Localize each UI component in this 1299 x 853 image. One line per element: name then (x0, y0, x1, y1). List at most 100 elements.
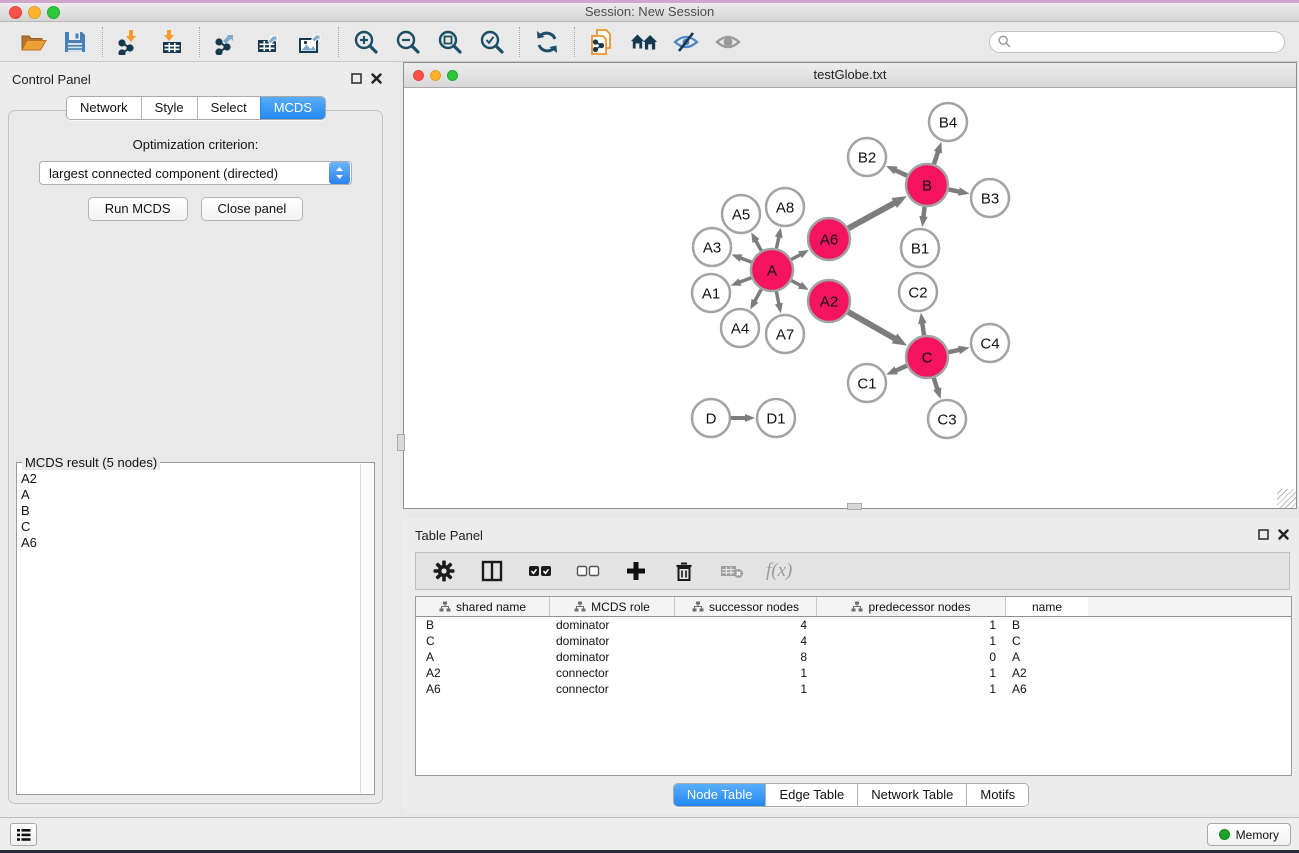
graph-edge-B-B2[interactable] (895, 170, 907, 176)
zoom-fit-icon[interactable] (436, 28, 464, 56)
save-session-icon[interactable] (61, 28, 89, 56)
tab-network-table[interactable]: Network Table (857, 784, 966, 806)
delete-column-trash-icon[interactable] (670, 557, 698, 585)
mcds-result-item[interactable]: C (21, 519, 359, 535)
float-panel-icon[interactable] (351, 73, 362, 84)
task-history-button[interactable] (10, 823, 37, 846)
tab-node-table[interactable]: Node Table (674, 784, 766, 806)
column-header-shared-name[interactable]: shared name (416, 597, 550, 616)
optimization-criterion-dropdown[interactable]: largest connected component (directed) (39, 161, 352, 185)
graph-edge-A-A5[interactable] (756, 240, 762, 251)
zoom-selected-icon[interactable] (478, 28, 506, 56)
memory-button[interactable]: Memory (1207, 823, 1291, 846)
graph-edge-A-A4[interactable] (754, 289, 761, 301)
open-session-icon[interactable] (19, 28, 47, 56)
tab-motifs[interactable]: Motifs (966, 784, 1028, 806)
table-row[interactable]: Bdominator41B (416, 617, 1291, 633)
graph-edge-C-C1[interactable] (895, 366, 907, 371)
close-network-button[interactable] (413, 70, 424, 81)
mcds-result-item[interactable]: A2 (21, 471, 359, 487)
delete-table-icon[interactable] (718, 557, 746, 585)
tab-style[interactable]: Style (141, 97, 197, 119)
tab-network[interactable]: Network (67, 97, 141, 119)
tab-select[interactable]: Select (197, 97, 260, 119)
export-table-icon[interactable] (255, 28, 283, 56)
unselect-all-icon[interactable] (574, 557, 602, 585)
table-cell: 1 (817, 666, 1006, 680)
search-field[interactable] (989, 31, 1285, 53)
tab-edge-table[interactable]: Edge Table (765, 784, 857, 806)
table-cell: 1 (817, 634, 1006, 648)
graph-edge-A-A6[interactable] (791, 254, 801, 259)
graph-edge-arrowhead (732, 254, 743, 261)
zoom-network-button[interactable] (447, 70, 458, 81)
zoom-in-icon[interactable] (352, 28, 380, 56)
table-row[interactable]: Adominator80A (416, 649, 1291, 665)
minimize-network-button[interactable] (430, 70, 441, 81)
graph-edge-B-B4[interactable] (934, 151, 938, 164)
add-column-plus-icon[interactable] (622, 557, 650, 585)
close-panel-button[interactable]: Close panel (201, 197, 304, 221)
refresh-network-icon[interactable] (533, 28, 561, 56)
minimize-window-button[interactable] (28, 6, 41, 19)
import-network-icon[interactable] (116, 28, 144, 56)
close-panel-icon[interactable] (1278, 529, 1289, 540)
mcds-result-item[interactable]: A (21, 487, 359, 503)
graph-edge-C-C4[interactable] (948, 350, 959, 353)
mcds-result-box: MCDS result (5 nodes) A2ABCA6 (16, 462, 375, 795)
import-table-icon[interactable] (158, 28, 186, 56)
network-graph[interactable]: AA6A2BCA5A8A3A1A4A7B2B4B3B1C2C1C4C3DD1 (404, 89, 1296, 509)
bottom-splitter-handle[interactable] (847, 503, 862, 510)
table-row[interactable]: A6connector11A6 (416, 681, 1291, 697)
mcds-result-list[interactable]: A2ABCA6 (21, 471, 359, 792)
export-image-icon[interactable] (297, 28, 325, 56)
network-window-titlebar[interactable]: testGlobe.txt (404, 63, 1296, 88)
graph-edge-A6-B[interactable] (848, 203, 895, 229)
export-network-icon[interactable] (213, 28, 241, 56)
mcds-result-item[interactable]: A6 (21, 535, 359, 551)
graph-edge-C-C2[interactable] (922, 323, 924, 336)
mcds-result-item[interactable]: B (21, 503, 359, 519)
table-row[interactable]: Cdominator41C (416, 633, 1291, 649)
column-header-name[interactable]: name (1006, 597, 1088, 616)
hide-panel-eye-icon[interactable] (672, 28, 700, 56)
graph-edge-A-A7[interactable] (776, 292, 779, 305)
search-input[interactable] (1016, 35, 1276, 49)
window-controls (9, 6, 60, 19)
table-settings-gear-icon[interactable] (430, 557, 458, 585)
show-columns-icon[interactable] (478, 557, 506, 585)
column-header-predecessor-nodes[interactable]: predecessor nodes (817, 597, 1006, 616)
table-row[interactable]: A2connector11A2 (416, 665, 1291, 681)
close-panel-icon[interactable] (371, 73, 382, 84)
table-cell: dominator (550, 618, 675, 632)
graph-edge-A-A8[interactable] (776, 236, 778, 248)
close-window-button[interactable] (9, 6, 22, 19)
column-header-successor-nodes[interactable]: successor nodes (675, 597, 817, 616)
zoom-out-icon[interactable] (394, 28, 422, 56)
mcds-result-scrollbar[interactable] (360, 464, 373, 793)
run-mcds-button[interactable]: Run MCDS (88, 197, 188, 221)
network-canvas[interactable]: AA6A2BCA5A8A3A1A4A7B2B4B3B1C2C1C4C3DD1 (404, 89, 1296, 508)
tab-mcds[interactable]: MCDS (260, 97, 325, 119)
duplicate-network-icon[interactable] (588, 28, 616, 56)
graph-edge-B-B3[interactable] (949, 189, 960, 191)
home-networks-icon[interactable] (630, 28, 658, 56)
show-panel-eye-icon[interactable] (714, 28, 742, 56)
column-type-icon (692, 601, 704, 612)
graph-edge-B-B1[interactable] (923, 207, 924, 218)
float-panel-icon[interactable] (1258, 529, 1269, 540)
graph-edge-A2-C[interactable] (848, 312, 895, 339)
node-table[interactable]: shared nameMCDS rolesuccessor nodesprede… (415, 596, 1292, 776)
graph-edge-A-A3[interactable] (740, 258, 751, 262)
resize-grip[interactable] (1277, 489, 1296, 508)
left-splitter-handle[interactable] (397, 434, 405, 451)
select-all-icon[interactable] (526, 557, 554, 585)
zoom-window-button[interactable] (47, 6, 60, 19)
graph-edge-A-A1[interactable] (739, 278, 751, 283)
graph-edge-C-C3[interactable] (934, 378, 938, 390)
function-builder-icon[interactable]: f(x) (766, 560, 792, 582)
column-type-icon (851, 601, 863, 612)
column-header-MCDS-role[interactable]: MCDS role (550, 597, 675, 616)
graph-edge-A-A2[interactable] (791, 281, 801, 286)
table-cell: 1 (817, 682, 1006, 696)
